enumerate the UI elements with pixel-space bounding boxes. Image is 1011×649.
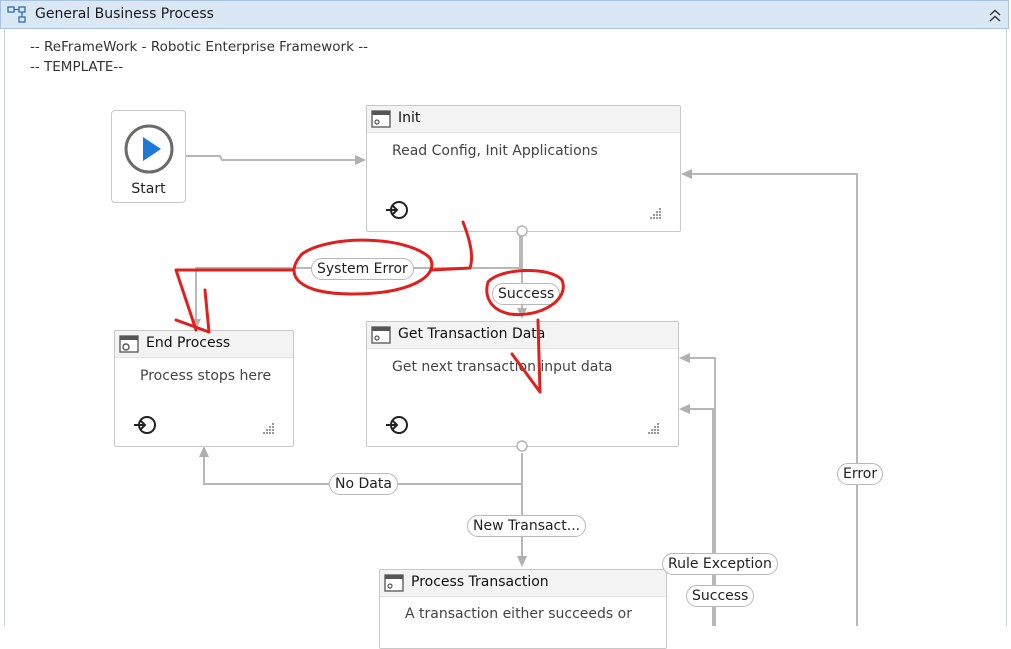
annotation-arrow-down	[510, 318, 542, 394]
annotation-circle-system-error	[292, 238, 434, 296]
annotation-arrow-left-tick	[174, 288, 211, 334]
annotation-hook	[430, 220, 474, 272]
annotation-circle-success	[485, 269, 565, 317]
annotation-arrow-left	[174, 268, 294, 332]
red-annotation-overlay	[174, 220, 565, 394]
